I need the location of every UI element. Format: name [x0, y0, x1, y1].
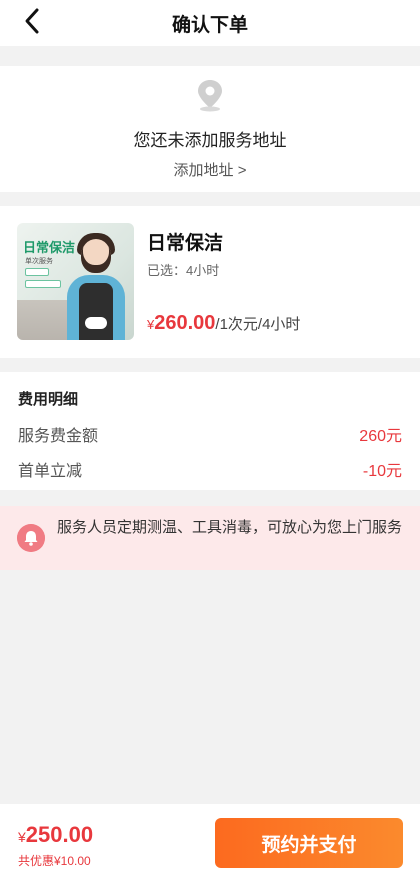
fee-value: 260元 — [359, 428, 402, 445]
thumbnail-face — [81, 239, 111, 273]
total-price: ¥250.00 — [18, 822, 93, 848]
price-unit: /1次元/4小时 — [215, 316, 301, 333]
fee-row: 服务费金额 260元 — [18, 422, 402, 445]
thumbnail-title: 日常保洁 — [23, 240, 76, 255]
add-address-link[interactable]: 添加地址 > — [0, 159, 420, 180]
selected-duration: 已选：4小时 — [147, 263, 220, 278]
location-pin-icon — [198, 80, 222, 112]
book-and-pay-button[interactable]: 预约并支付 — [215, 818, 403, 868]
bell-icon — [17, 524, 45, 552]
notice-text: 服务人员定期测温、工具消毒，可放心为您上门服务 — [57, 519, 403, 536]
product-name: 日常保洁 — [147, 233, 224, 254]
fee-row: 首单立减 -10元 — [18, 457, 402, 480]
product-thumbnail: 日常保洁 单次服务 — [17, 223, 134, 340]
total-discount: 共优惠¥10.00 — [18, 854, 91, 868]
fee-label: 服务费金额 — [18, 428, 99, 445]
price-value: 260.00 — [154, 312, 216, 334]
product-card: 日常保洁 单次服务 日常保洁 已选：4小时 ¥260.00/1次元/4小时 — [0, 206, 420, 358]
thumbnail-subtitle: 单次服务 — [25, 258, 53, 265]
safety-notice: 服务人员定期测温、工具消毒，可放心为您上门服务 — [0, 506, 420, 570]
address-empty-text: 您还未添加服务地址 — [133, 131, 287, 150]
total-value: 250.00 — [25, 822, 94, 847]
thumbnail-apron — [79, 283, 113, 340]
product-price: ¥260.00/1次元/4小时 — [147, 312, 300, 335]
top-nav-bar: 确认下单 — [0, 0, 420, 46]
fee-details: 费用明细 服务费金额 260元 首单立减 -10元 — [0, 372, 420, 490]
fee-heading: 费用明细 — [18, 391, 79, 408]
thumbnail-gloves — [85, 317, 107, 329]
thumbnail-chip — [25, 268, 49, 276]
fee-label: 首单立减 — [18, 463, 83, 480]
thumbnail-chip — [25, 280, 61, 288]
total-currency: ¥ — [18, 829, 26, 845]
checkout-bar: ¥250.00 共优惠¥10.00 预约并支付 — [0, 804, 420, 873]
fee-value: -10元 — [362, 463, 402, 480]
page-title: 确认下单 — [171, 15, 248, 36]
address-section[interactable]: 您还未添加服务地址 添加地址 > — [0, 66, 420, 192]
